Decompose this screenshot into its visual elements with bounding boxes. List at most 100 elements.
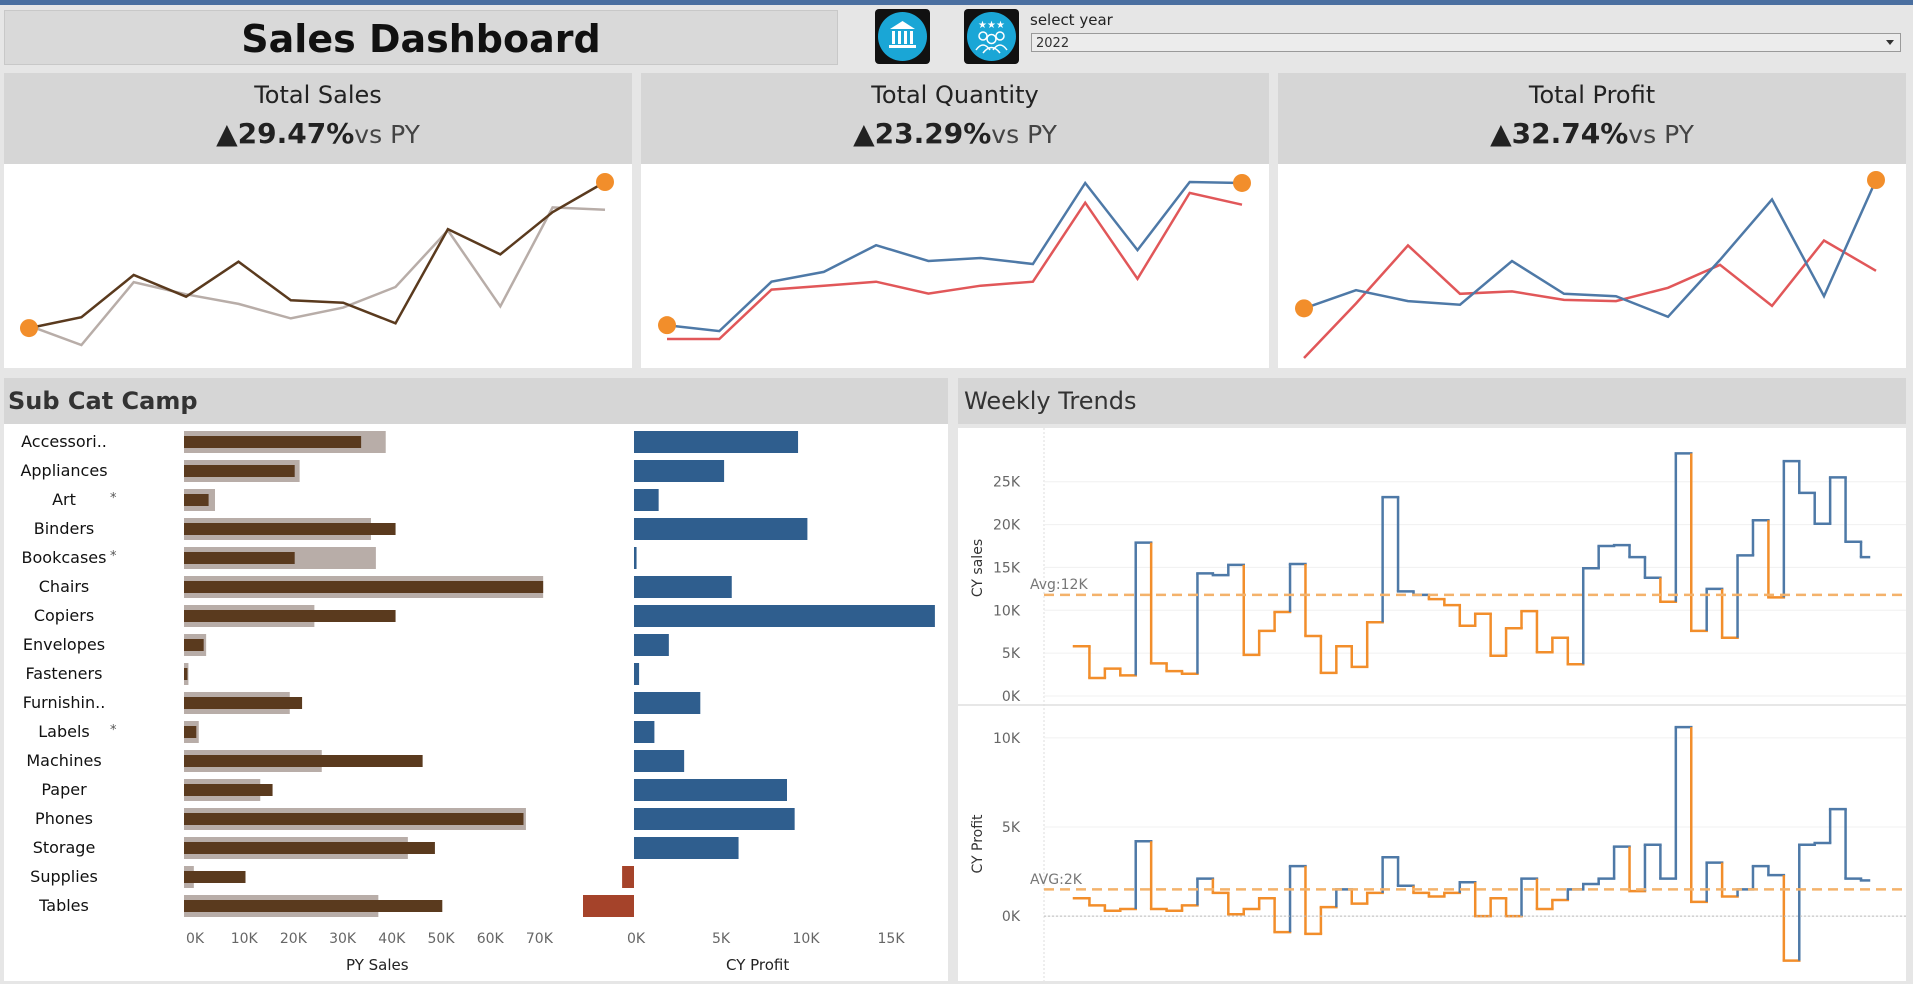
window-top-border (0, 0, 1913, 5)
cy-sales-bar (184, 842, 435, 854)
end-point-marker (1233, 173, 1251, 192)
kpi-change-value: 32.74% (1511, 117, 1629, 150)
bank-icon-button[interactable] (875, 9, 930, 64)
current-year-line (1303, 179, 1878, 319)
y-tick-label: 5K (1002, 820, 1021, 836)
quantity-sparkline-chart[interactable] (641, 164, 1269, 368)
cy-sales-bar (184, 436, 362, 448)
py-sales-tick-label: 40K (378, 931, 406, 947)
cy-profit-bar (634, 489, 659, 511)
team-award-icon: ★★★ (967, 12, 1016, 61)
cy-sales-bar (184, 755, 423, 767)
y-tick-label: 15K (993, 560, 1021, 576)
cy-profit-axis-title: CY Profit (726, 956, 790, 974)
current-year-line (28, 180, 606, 330)
cy-profit-bar (634, 808, 795, 830)
cy-sales-bar (184, 668, 188, 680)
cy-profit-bar (634, 518, 808, 540)
cy-sales-bar (184, 494, 209, 506)
cy-sales-bar (184, 813, 524, 825)
py-sales-tick-label: 30K (329, 931, 357, 947)
profit-sparkline-panel (1278, 164, 1906, 368)
cy-profit-bar (634, 576, 732, 598)
cy-profit-bar (583, 895, 634, 917)
profit-sparkline-chart[interactable] (1278, 164, 1906, 368)
cy-sales-bar (184, 465, 295, 477)
kpi-profit-header: Total Profit ▲32.74%vs PY (1278, 73, 1906, 164)
start-point-marker (1295, 299, 1313, 318)
py-sales-tick-label: 10K (231, 931, 259, 947)
page-title: Sales Dashboard (241, 17, 601, 61)
cy-profit-bar (634, 750, 685, 772)
end-point-marker (596, 173, 614, 191)
kpi-change-suffix: vs PY (354, 120, 420, 149)
weekly-header: Weekly Trends (958, 378, 1906, 424)
up-triangle-icon: ▲ (1490, 117, 1512, 150)
cy-sales-bar (184, 726, 197, 738)
cy-profit-bar (622, 866, 634, 888)
y-tick-label: 10K (993, 731, 1021, 747)
py-sales-tick-label: 70K (526, 931, 554, 947)
cy-profit-bar (634, 692, 701, 714)
kpi-change-suffix: vs PY (1628, 120, 1694, 149)
cy-sales-bar (184, 697, 303, 709)
cy-profit-bar (634, 634, 669, 656)
cy-profit-tick-label: 10K (793, 931, 821, 947)
year-select-value: 2022 (1036, 36, 1070, 51)
kpi-sales-header: Total Sales ▲29.47%vs PY (4, 73, 632, 164)
cy-profit-bar (634, 605, 935, 627)
cy-profit-bar (634, 460, 725, 482)
current-year-line (666, 180, 1243, 333)
cy-profit-tick-label: 5K (712, 931, 731, 947)
up-triangle-icon: ▲ (216, 117, 238, 150)
py-sales-chart[interactable]: 0K 10K 20K 30K 40K 50K 60K 70K 0K 5K 10K 15K (4, 424, 948, 947)
start-point-marker (658, 316, 676, 335)
cy-profit-bar (634, 721, 655, 743)
cy-profit-tick-label: 15K (878, 931, 906, 947)
subcat-title: Sub Cat Camp (8, 387, 198, 415)
kpi-change-suffix: vs PY (991, 120, 1057, 149)
y-tick-label: 25K (993, 475, 1021, 491)
title-banner: Sales Dashboard (4, 10, 838, 65)
y-tick-label: 0K (1002, 689, 1021, 705)
year-select-label: select year (1030, 11, 1113, 29)
team-award-icon-button[interactable]: ★★★ (964, 9, 1019, 64)
kpi-change-value: 29.47% (237, 117, 355, 150)
kpi-change: ▲32.74%vs PY (1278, 117, 1906, 150)
cy-sales-bar (184, 581, 544, 593)
sales-sparkline-panel (4, 164, 632, 368)
subcat-header: Sub Cat Camp (4, 378, 948, 424)
kpi-quantity-header: Total Quantity ▲23.29%vs PY (641, 73, 1269, 164)
profit-average-label: AVG:2K (1030, 872, 1082, 888)
cy-profit-tick-label: 0K (627, 931, 646, 947)
kpi-change-value: 23.29% (874, 117, 992, 150)
chevron-down-icon[interactable] (1886, 40, 1894, 45)
svg-text:★★★: ★★★ (978, 20, 1005, 31)
cy-sales-bar (184, 552, 295, 564)
cy-sales-bar (184, 639, 204, 651)
kpi-title: Total Sales (254, 81, 382, 109)
y-axis-title: CY Profit (970, 814, 986, 874)
y-tick-label: 5K (1002, 646, 1021, 662)
cy-profit-bar (634, 663, 640, 685)
py-sales-axis-title: PY Sales (346, 956, 409, 974)
py-sales-tick-label: 20K (280, 931, 308, 947)
weekly-panel: 0K 5K 10K 15K 20K 25K CY sales 0K 5K 10K CY Profit… (958, 428, 1906, 981)
y-tick-label: 0K (1002, 909, 1021, 925)
y-axis-title: CY sales (970, 539, 986, 597)
sales-average-label: Avg:12K (1030, 577, 1088, 593)
year-select[interactable]: 2022 (1031, 33, 1901, 52)
py-sales-tick-label: 50K (428, 931, 456, 947)
cy-sales-bar (184, 610, 396, 622)
py-sales-tick-label: 0K (186, 931, 205, 947)
weekly-trends-chart[interactable]: 0K 5K 10K 15K 20K 25K CY sales 0K 5K 10K CY Profit (958, 428, 1906, 981)
kpi-change: ▲29.47%vs PY (4, 117, 632, 150)
weekly-title: Weekly Trends (964, 387, 1137, 415)
subcat-panel: Accessori.. Appliances Art * Binders Bookcase… (4, 424, 948, 981)
cy-profit-bar (634, 547, 637, 569)
kpi-title: Total Quantity (871, 81, 1039, 109)
kpi-change: ▲23.29%vs PY (641, 117, 1269, 150)
sales-sparkline-chart[interactable] (4, 164, 632, 368)
cy-sales-bar (184, 523, 396, 535)
quantity-sparkline-panel (641, 164, 1269, 368)
